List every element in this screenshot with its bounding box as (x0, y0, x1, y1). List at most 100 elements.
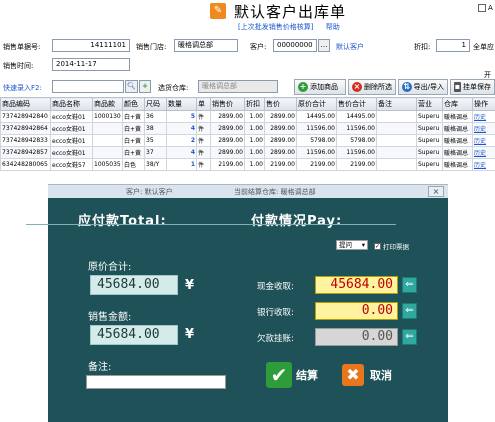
help-link[interactable]: 帮助 (326, 23, 340, 31)
customer-label: 客户: (250, 43, 267, 51)
table-row[interactable]: 737428942840 ecco女鞋01 1000130 白+黄 36 5 件 2899.0… (0, 110, 495, 123)
cell-sale: 2899.00 (264, 122, 297, 135)
hold-save-button[interactable]: ▪ 挂单保存 (450, 79, 495, 95)
cell-code: 737428942833 (0, 134, 51, 147)
column-header[interactable]: 销售价 (210, 97, 245, 111)
date-field[interactable]: 2014-11-17 (52, 58, 130, 71)
store-field[interactable]: 暖格调总部 (174, 39, 238, 52)
column-header[interactable]: 数量 (166, 97, 197, 111)
pay-heading: 付款情况Pay: (251, 214, 343, 229)
cell-op[interactable]: 历史 (472, 158, 495, 171)
print-receipt-checkbox[interactable]: ✓ 打印票据 (374, 241, 409, 251)
cell-sale-total: 2199.00 (336, 158, 377, 171)
column-header[interactable]: 商品名称 (50, 97, 93, 111)
cell-unit: 件 (196, 146, 211, 159)
cell-sale: 2899.00 (264, 146, 297, 159)
cell-disc: 1.00 (244, 122, 265, 135)
discount-field[interactable]: 1 (436, 39, 470, 52)
goods-table: 商品编码 商品名称 商品款 颜色 尺码 数量单销售价 折扣 售价 原价合计 售价合计 备注 营业 仓库操… (0, 97, 495, 171)
orig-total-value: 45684.00 (90, 275, 178, 295)
last-price-link[interactable]: [上次批发销售价格核算] (238, 23, 313, 31)
cell-biz: Superu (416, 110, 443, 123)
dialog-titlebar: 客户: 默认客户 当前结算仓库: 暖格调总部 × (48, 184, 448, 198)
table-row[interactable]: 737428942857 ecco女鞋01 白+黄 37 4 件 2899.00 1.00 28… (0, 146, 495, 159)
search-icon[interactable]: 🔍︎ (125, 80, 138, 93)
column-header[interactable]: 商品编码 (0, 97, 51, 111)
cell-name: ecco女鞋01 (50, 146, 93, 159)
dialog-warehouse-text: 当前结算仓库: 暖格调总部 (234, 187, 316, 196)
cell-qty: 5 (166, 110, 197, 123)
table-row[interactable]: 737428942864 ecco女鞋01 白+黄 38 4 件 2899.00 1.00 28… (0, 122, 495, 135)
column-header[interactable]: 商品款 (92, 97, 123, 111)
delete-icon: × (352, 82, 362, 92)
customer-code-field[interactable]: 00000000 (273, 39, 317, 52)
cash-field[interactable]: 45684.00 (315, 276, 398, 294)
top-right-option[interactable]: A (478, 4, 493, 12)
column-header[interactable]: 颜色 (122, 97, 145, 111)
bank-fill-icon[interactable]: ⇐ (402, 303, 417, 319)
column-header[interactable]: 备注 (376, 97, 417, 111)
warehouse-field[interactable]: 暖格调总部 (198, 80, 278, 93)
cell-op[interactable]: 历史 (472, 134, 495, 147)
cell-price: 2899.00 (210, 122, 245, 135)
owe-fill-icon[interactable]: ⇐ (402, 329, 417, 345)
column-header[interactable]: 折扣 (244, 97, 265, 111)
add-goods-label: 添加商品 (310, 83, 338, 91)
order-no-field[interactable]: 14111101 (52, 39, 130, 52)
bank-field[interactable]: 0.00 (315, 302, 398, 320)
cell-biz: Superu (416, 146, 443, 159)
column-header[interactable]: 仓库 (442, 97, 473, 111)
delete-selected-button[interactable]: × 删除所选 (348, 79, 396, 95)
cell-price: 2899.00 (210, 146, 245, 159)
chevron-down-icon: ▾ (361, 241, 365, 249)
sales-amount-label: 销售金额: (88, 312, 132, 323)
customer-name-link[interactable]: 默认客户 (336, 42, 364, 52)
cancel-button[interactable]: ✖ 取消 (342, 364, 392, 386)
cell-unit: 件 (196, 158, 211, 171)
cell-size: 35 (144, 134, 167, 147)
cell-color: 白色 (122, 158, 145, 171)
cash-label: 现金收取: (257, 282, 294, 292)
customer-pick-button[interactable]: … (318, 39, 330, 52)
add-goods-button[interactable]: + 添加商品 (294, 79, 346, 95)
column-header[interactable]: 操作 (472, 97, 495, 111)
cell-op[interactable]: 历史 (472, 146, 495, 159)
store-label: 销售门店: (136, 43, 167, 51)
table-header-row: 商品编码 商品名称 商品款 颜色 尺码 数量单销售价 折扣 售价 原价合计 售价合计 备注 营业 仓库操… (0, 97, 495, 111)
table-row[interactable]: 737428942833 ecco女鞋01 白+黄 35 2 件 2899.00 1.00 28… (0, 134, 495, 147)
column-header[interactable]: 单 (196, 97, 211, 111)
cell-sale-total: 11596.00 (336, 146, 377, 159)
import-export-button[interactable]: ⇅ 导出/导入 (398, 79, 448, 95)
cash-fill-icon[interactable]: ⇐ (402, 277, 417, 293)
checkbox-icon[interactable] (478, 4, 486, 12)
quick-entry-input[interactable] (52, 80, 124, 93)
column-header[interactable]: 营业 (416, 97, 443, 111)
cell-qty: 4 (166, 146, 197, 159)
cell-disc: 1.00 (244, 146, 265, 159)
add-icon[interactable]: + (139, 80, 151, 93)
cell-unit: 件 (196, 110, 211, 123)
column-header[interactable]: 售价合计 (336, 97, 377, 111)
cell-name: ecco女鞋01 (50, 122, 93, 135)
table-row[interactable]: 634248280065 ecco女鞋57 1005035 白色 38/Y 1 件 2199.… (0, 158, 495, 171)
print-mode-value: 提问 (339, 241, 352, 249)
cell-biz: Superu (416, 134, 443, 147)
cell-op[interactable]: 历史 (472, 122, 495, 135)
note-input[interactable] (86, 375, 226, 389)
column-header[interactable]: 原价合计 (296, 97, 337, 111)
cell-price: 2899.00 (210, 134, 245, 147)
print-mode-select[interactable]: 提问 ▾ (336, 240, 368, 250)
owe-field[interactable]: 0.00 (315, 328, 398, 346)
settle-button[interactable]: ✔ 结算 (266, 362, 318, 388)
print-receipt-label: 打印票据 (383, 243, 409, 251)
cell-biz: Superu (416, 158, 443, 171)
column-header[interactable]: 尺码 (144, 97, 167, 111)
cell-color: 白+黄 (122, 134, 145, 147)
column-header[interactable]: 售价 (264, 97, 297, 111)
yen-symbol: ¥ (185, 278, 195, 293)
close-icon[interactable]: × (428, 186, 444, 197)
document-icon: ✎ (210, 3, 226, 19)
cell-op[interactable]: 历史 (472, 110, 495, 123)
owe-label: 欠款挂账: (257, 334, 294, 344)
check-icon[interactable]: ✓ (374, 242, 381, 250)
